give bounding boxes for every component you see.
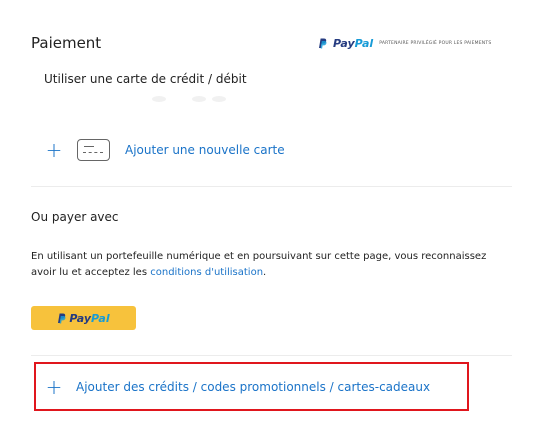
paypal-button[interactable]: PayPal <box>31 306 136 330</box>
saved-card-placeholder <box>152 96 232 102</box>
wallet-section-title: Ou payer avec <box>31 210 119 224</box>
paypal-wordmark: PayPal <box>333 36 374 50</box>
payment-title: Paiement <box>31 34 102 52</box>
paypal-partner-tagline: PARTENAIRE PRIVILÉGIÉ POUR LES PAIEMENTS <box>379 40 492 46</box>
plus-icon: + <box>45 138 63 162</box>
add-promo-codes-button[interactable]: + Ajouter des crédits / codes promotionn… <box>34 362 469 411</box>
divider <box>31 186 512 187</box>
paypal-logo-icon <box>58 313 66 323</box>
wallet-terms-text: En utilisant un portefeuille numérique e… <box>31 251 487 278</box>
add-new-card-button[interactable]: + Ajouter une nouvelle carte <box>44 137 285 163</box>
add-new-card-label: Ajouter une nouvelle carte <box>125 143 285 157</box>
paypal-button-label: PayPal <box>69 311 110 325</box>
divider <box>31 355 512 356</box>
card-section-title: Utiliser une carte de crédit / débit <box>44 72 247 86</box>
paypal-logo-icon <box>319 38 327 48</box>
add-promo-codes-label: Ajouter des crédits / codes promotionnel… <box>76 379 431 394</box>
plus-icon: + <box>45 374 63 399</box>
paypal-partner-badge: PayPal PARTENAIRE PRIVILÉGIÉ POUR LES PA… <box>318 36 491 50</box>
terms-of-use-link[interactable]: conditions d'utilisation <box>150 267 263 278</box>
credit-card-icon <box>77 139 110 161</box>
